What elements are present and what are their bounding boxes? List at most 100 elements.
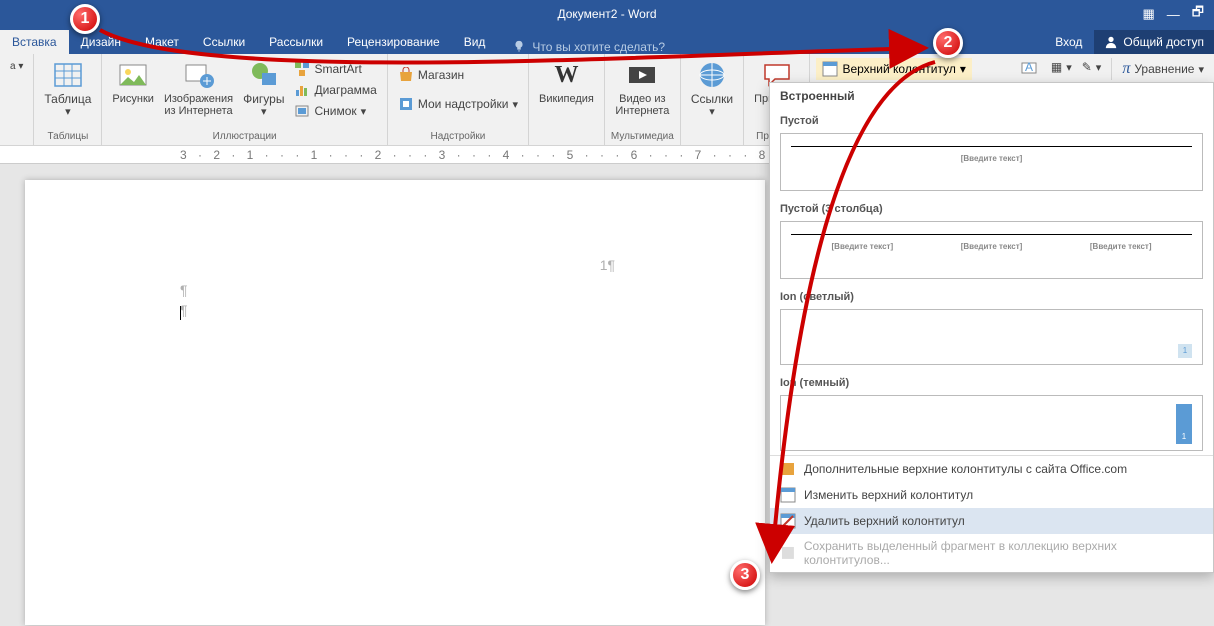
equation-label: Уравнение	[1134, 62, 1194, 76]
sign-in-link[interactable]: Вход	[1043, 30, 1094, 54]
preview-blank[interactable]: [Введите текст]	[780, 133, 1203, 191]
tab-design[interactable]: Дизайн	[69, 30, 133, 54]
quickparts-icon: ▦	[1051, 60, 1062, 74]
wikipedia-button[interactable]: W Википедия	[535, 57, 598, 145]
preview-placeholder: [Введите текст]	[961, 242, 1023, 251]
pages-dropdown[interactable]: а ▾	[6, 59, 27, 74]
link-icon	[696, 59, 728, 91]
wordart-icon: ✎	[1082, 60, 1092, 74]
preview-3col[interactable]: [Введите текст] [Введите текст] [Введите…	[780, 221, 1203, 279]
remove-header[interactable]: Удалить верхний колонтитул	[770, 508, 1213, 534]
chart-label: Диаграмма	[314, 83, 376, 97]
gallery-section-ion-dark: Ion (темный)	[770, 369, 1213, 393]
preview-placeholder: [Введите текст]	[832, 242, 894, 251]
shapes-label: Фигуры▾	[243, 93, 284, 118]
equation-icon: π	[1122, 60, 1130, 78]
paragraph-mark: ¶	[180, 302, 188, 318]
group-addins-label: Надстройки	[388, 129, 528, 144]
tab-view[interactable]: Вид	[452, 30, 498, 54]
preview-placeholder: [Введите текст]	[961, 154, 1023, 163]
addins-icon	[398, 96, 414, 112]
chart-button[interactable]: Диаграмма	[290, 80, 380, 100]
callout-1: 1	[70, 4, 100, 34]
group-media-label: Мультимедиа	[605, 129, 680, 144]
remove-header-icon	[780, 513, 796, 529]
header-label: Верхний колонтитул	[842, 62, 955, 76]
table-label: Таблица▾	[44, 93, 91, 118]
textbox-button[interactable]: A	[1017, 58, 1041, 78]
tab-mailings[interactable]: Рассылки	[257, 30, 335, 54]
group-illustrations-label: Иллюстрации	[102, 129, 386, 144]
screenshot-button[interactable]: Снимок ▾	[290, 101, 380, 121]
callout-2: 2	[933, 28, 963, 58]
group-tables-label: Таблицы	[34, 129, 101, 144]
title-bar: Документ2 - Word ▦ — 🗗	[0, 0, 1214, 28]
more-headers-online[interactable]: Дополнительные верхние колонтитулы с сай…	[770, 456, 1213, 482]
share-icon	[1104, 35, 1118, 49]
edit-header[interactable]: Изменить верхний колонтитул	[770, 482, 1213, 508]
tab-references[interactable]: Ссылки	[191, 30, 257, 54]
share-label: Общий доступ	[1123, 35, 1204, 49]
store-icon	[398, 67, 414, 83]
equation-button[interactable]: π Уравнение ▾	[1118, 58, 1208, 80]
edit-header-icon	[780, 487, 796, 503]
gallery-heading: Встроенный	[770, 83, 1213, 107]
ribbon-tabs: Вставка Дизайн Макет Ссылки Рассылки Рец…	[0, 28, 1214, 54]
header-gallery-dropdown: Встроенный Пустой [Введите текст] Пустой…	[769, 82, 1214, 573]
textbox-icon: A	[1021, 60, 1037, 76]
preview-ion-light[interactable]: 1	[780, 309, 1203, 365]
my-addins-button[interactable]: Мои надстройки ▾	[394, 94, 522, 114]
svg-text:A: A	[1025, 60, 1033, 74]
smartart-button[interactable]: SmartArt	[290, 59, 380, 79]
text-cursor	[180, 306, 181, 320]
window-title: Документ2 - Word	[557, 7, 656, 21]
ribbon-display-icon[interactable]: ▦	[1142, 6, 1154, 22]
tell-me-placeholder: Что вы хотите сделать?	[532, 40, 665, 54]
gallery-section-ion-light: Ion (светлый)	[770, 283, 1213, 307]
store-button[interactable]: Магазин	[394, 65, 522, 85]
my-addins-label: Мои надстройки	[418, 97, 509, 111]
smartart-label: SmartArt	[314, 62, 361, 76]
links-button[interactable]: Ссылки▾	[687, 57, 737, 145]
save-gallery-icon	[780, 545, 796, 561]
tab-insert[interactable]: Вставка	[0, 30, 69, 54]
edit-header-label: Изменить верхний колонтитул	[804, 488, 973, 502]
more-headers-label: Дополнительные верхние колонтитулы с сай…	[804, 462, 1127, 476]
pictures-label: Рисунки	[112, 93, 154, 105]
links-label: Ссылки▾	[691, 93, 733, 118]
smartart-icon	[294, 61, 310, 77]
online-pictures-label: Изображения из Интернета	[164, 93, 233, 117]
remove-header-label: Удалить верхний колонтитул	[804, 514, 965, 528]
save-selection-label: Сохранить выделенный фрагмент в коллекци…	[804, 539, 1203, 567]
preview-ion-dark[interactable]: 1	[780, 395, 1203, 451]
preview-pagenum: 1	[1176, 404, 1192, 444]
quickparts-button[interactable]: ▦▾	[1047, 58, 1076, 76]
chevron-down-icon: ▾	[960, 62, 966, 76]
wikipedia-label: Википедия	[539, 93, 594, 105]
chart-icon	[294, 82, 310, 98]
maximize-icon[interactable]: 🗗	[1192, 3, 1204, 25]
paragraph-mark: ¶	[180, 282, 188, 298]
save-selection-header: Сохранить выделенный фрагмент в коллекци…	[770, 534, 1213, 572]
tab-layout[interactable]: Макет	[133, 30, 191, 54]
header-dropdown-button[interactable]: Верхний колонтитул ▾	[816, 58, 971, 80]
header-icon	[822, 61, 838, 77]
wordart-button[interactable]: ✎▾	[1078, 58, 1106, 76]
preview-pagenum: 1	[1178, 344, 1192, 358]
share-button[interactable]: Общий доступ	[1094, 30, 1214, 54]
video-icon	[626, 59, 658, 91]
tab-review[interactable]: Рецензирование	[335, 30, 452, 54]
tell-me-search[interactable]: Что вы хотите сделать?	[512, 40, 665, 54]
preview-placeholder: [Введите текст]	[1090, 242, 1152, 251]
online-pictures-icon	[183, 59, 215, 91]
wikipedia-icon: W	[550, 59, 582, 91]
screenshot-label: Снимок	[314, 104, 356, 118]
pictures-icon	[117, 59, 149, 91]
lightbulb-icon	[512, 40, 526, 54]
shapes-icon	[248, 59, 280, 91]
page[interactable]: 1¶ ¶ ¶	[25, 180, 765, 625]
table-icon	[52, 59, 84, 91]
minimize-icon[interactable]: —	[1167, 7, 1180, 22]
store-label: Магазин	[418, 68, 464, 82]
page-number: 1¶	[600, 257, 615, 273]
